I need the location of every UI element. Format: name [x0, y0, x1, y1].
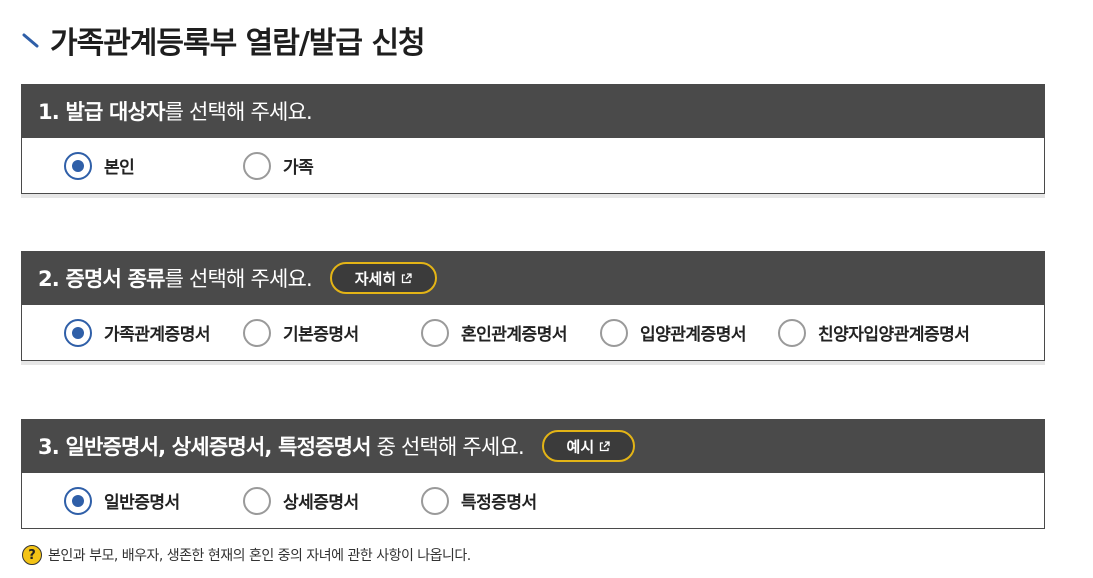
- radio-option-marriage[interactable]: 혼인관계증명서: [421, 305, 567, 360]
- section-header: 2. 증명서 종류를 선택해 주세요. 자세히: [21, 251, 1045, 305]
- radio-option-self[interactable]: 본인: [64, 138, 135, 193]
- radio-option-general[interactable]: 일반증명서: [64, 473, 180, 528]
- radio-button[interactable]: [600, 318, 628, 347]
- section-question: 3. 일반증명서, 상세증명서, 특정증명서 중 선택해 주세요.: [38, 435, 525, 459]
- example-button[interactable]: 예시: [541, 430, 635, 462]
- radio-button[interactable]: [64, 486, 92, 515]
- radio-label: 가족관계증명서: [104, 325, 210, 345]
- radio-label: 가족: [283, 158, 314, 178]
- radio-label: 일반증명서: [104, 493, 180, 513]
- title-mark-icon: [22, 33, 39, 48]
- radio-label: 기본증명서: [283, 325, 359, 345]
- section-certificate-type: 2. 증명서 종류를 선택해 주세요. 자세히 가족관계증명서 기본증명서 혼인…: [21, 251, 1045, 365]
- section-header: 1. 발급 대상자를 선택해 주세요.: [21, 84, 1045, 138]
- question-circle-icon: ?: [22, 545, 42, 565]
- section-question: 2. 증명서 종류를 선택해 주세요.: [38, 267, 313, 291]
- radio-button[interactable]: [64, 151, 92, 180]
- radio-button[interactable]: [778, 318, 806, 347]
- radio-label: 친양자입양관계증명서: [818, 325, 970, 345]
- section-certificate-detail: 3. 일반증명서, 상세증명서, 특정증명서 중 선택해 주세요. 예시 일반증…: [21, 419, 1045, 529]
- radio-button[interactable]: [243, 486, 271, 515]
- radio-option-specific[interactable]: 특정증명서: [421, 473, 537, 528]
- page-title-text: 가족관계등록부 열람/발급 신청: [50, 26, 426, 61]
- page-title: 가족관계등록부 열람/발급 신청: [22, 18, 426, 62]
- radio-option-adoption[interactable]: 입양관계증명서: [600, 305, 746, 360]
- section-target: 1. 발급 대상자를 선택해 주세요. 본인 가족: [21, 84, 1045, 198]
- radio-label: 특정증명서: [461, 493, 537, 513]
- radio-option-family[interactable]: 가족: [243, 138, 314, 193]
- radio-label: 입양관계증명서: [640, 325, 746, 345]
- radio-option-full-adoption[interactable]: 친양자입양관계증명서: [778, 305, 970, 360]
- radio-option-detailed[interactable]: 상세증명서: [243, 473, 359, 528]
- example-button-label: 예시: [566, 437, 595, 456]
- radio-button[interactable]: [64, 318, 92, 347]
- external-link-icon: [599, 440, 610, 451]
- radio-group-certificate-detail: 일반증명서 상세증명서 특정증명서: [21, 473, 1045, 529]
- section-header: 3. 일반증명서, 상세증명서, 특정증명서 중 선택해 주세요. 예시: [21, 419, 1045, 473]
- radio-button[interactable]: [243, 151, 271, 180]
- help-note: ? 본인과 부모, 배우자, 생존한 현재의 혼인 중의 자녀에 관한 사항이 …: [22, 545, 471, 565]
- radio-group-certificate-type: 가족관계증명서 기본증명서 혼인관계증명서 입양관계증명서 친양자입양관계증명서: [21, 305, 1045, 361]
- section-shadow: [21, 361, 1045, 365]
- radio-label: 상세증명서: [283, 493, 359, 513]
- radio-button[interactable]: [421, 486, 449, 515]
- radio-button[interactable]: [421, 318, 449, 347]
- details-button-label: 자세히: [354, 269, 397, 288]
- section-shadow: [21, 194, 1045, 198]
- section-question: 1. 발급 대상자를 선택해 주세요.: [38, 100, 313, 124]
- radio-group-target: 본인 가족: [21, 138, 1045, 194]
- radio-label: 혼인관계증명서: [461, 325, 567, 345]
- external-link-icon: [401, 272, 412, 283]
- radio-option-family-relation[interactable]: 가족관계증명서: [64, 305, 210, 360]
- radio-button[interactable]: [243, 318, 271, 347]
- radio-label: 본인: [104, 158, 135, 178]
- help-note-text: 본인과 부모, 배우자, 생존한 현재의 혼인 중의 자녀에 관한 사항이 나옵…: [48, 548, 471, 564]
- details-button[interactable]: 자세히: [329, 262, 437, 294]
- radio-option-basic[interactable]: 기본증명서: [243, 305, 359, 360]
